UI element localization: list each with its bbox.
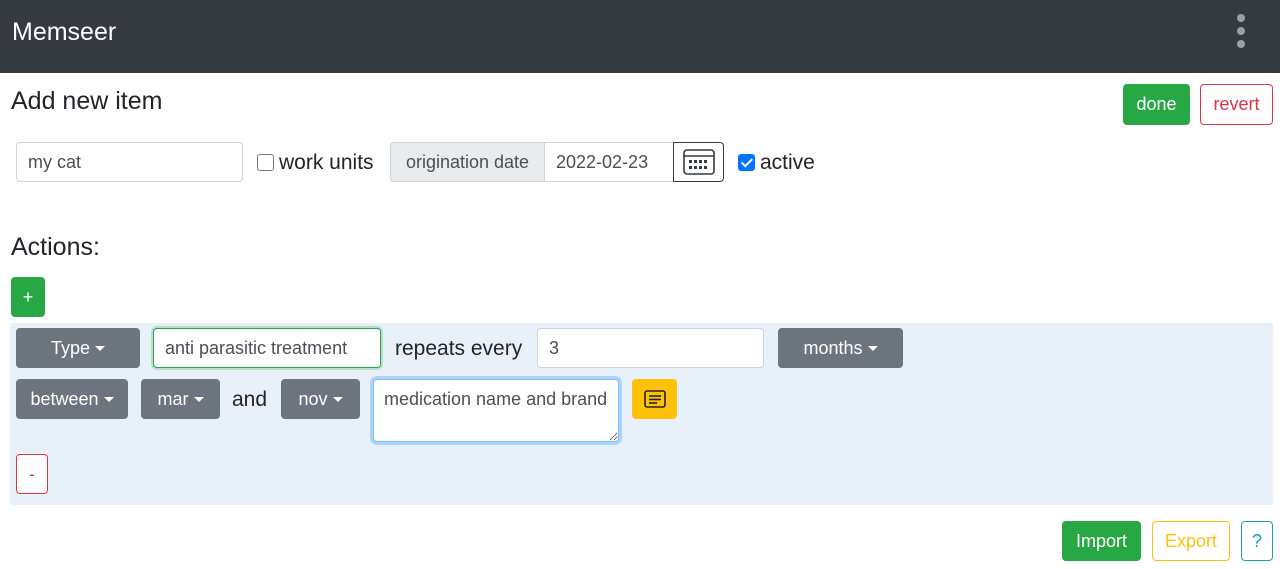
top-navbar: Memseer [0, 0, 1280, 73]
actions-heading: Actions: [11, 233, 100, 261]
item-name-input[interactable] [16, 142, 243, 182]
kebab-menu-icon[interactable] [1226, 10, 1256, 54]
from-month-label: mar [157, 388, 189, 409]
origination-date-label: origination date [390, 142, 545, 182]
note-button[interactable] [632, 379, 677, 419]
interval-unit-label: months [803, 337, 863, 358]
type-dropdown-button[interactable]: Type [16, 328, 140, 368]
chevron-down-icon [332, 396, 343, 402]
to-month-dropdown-button[interactable]: nov [281, 379, 360, 419]
and-label: and [232, 388, 268, 411]
revert-button[interactable]: revert [1200, 84, 1273, 125]
from-month-dropdown-button[interactable]: mar [141, 379, 220, 419]
chevron-down-icon [103, 396, 114, 402]
active-label: active [760, 151, 815, 174]
remove-action-button[interactable]: - [16, 454, 48, 494]
to-month-label: nov [298, 388, 328, 409]
help-button[interactable]: ? [1241, 521, 1273, 561]
app-title: Memseer [12, 18, 117, 46]
window-dropdown-button[interactable]: between [16, 379, 128, 419]
calendar-icon [682, 149, 715, 175]
origination-date-input[interactable] [544, 142, 674, 182]
note-textarea[interactable]: medication name and brand [373, 379, 619, 442]
import-button[interactable]: Import [1062, 521, 1141, 561]
chevron-down-icon [95, 345, 106, 351]
action-name-input[interactable] [153, 328, 381, 368]
chevron-down-icon [867, 345, 878, 351]
work-units-checkbox[interactable] [257, 154, 274, 171]
calendar-button[interactable] [673, 142, 724, 182]
done-button[interactable]: done [1123, 84, 1190, 125]
page-title: Add new item [11, 87, 163, 115]
chevron-down-icon [193, 396, 204, 402]
export-button[interactable]: Export [1152, 521, 1230, 561]
note-icon [643, 390, 666, 408]
add-action-button[interactable]: + [11, 277, 45, 317]
active-checkbox[interactable] [738, 154, 755, 171]
interval-unit-dropdown-button[interactable]: months [778, 328, 903, 368]
type-dropdown-label: Type [50, 337, 91, 358]
window-dropdown-label: between [30, 388, 99, 409]
work-units-label: work units [279, 151, 374, 174]
repeats-every-label: repeats every [395, 337, 523, 360]
interval-input[interactable] [537, 328, 764, 368]
